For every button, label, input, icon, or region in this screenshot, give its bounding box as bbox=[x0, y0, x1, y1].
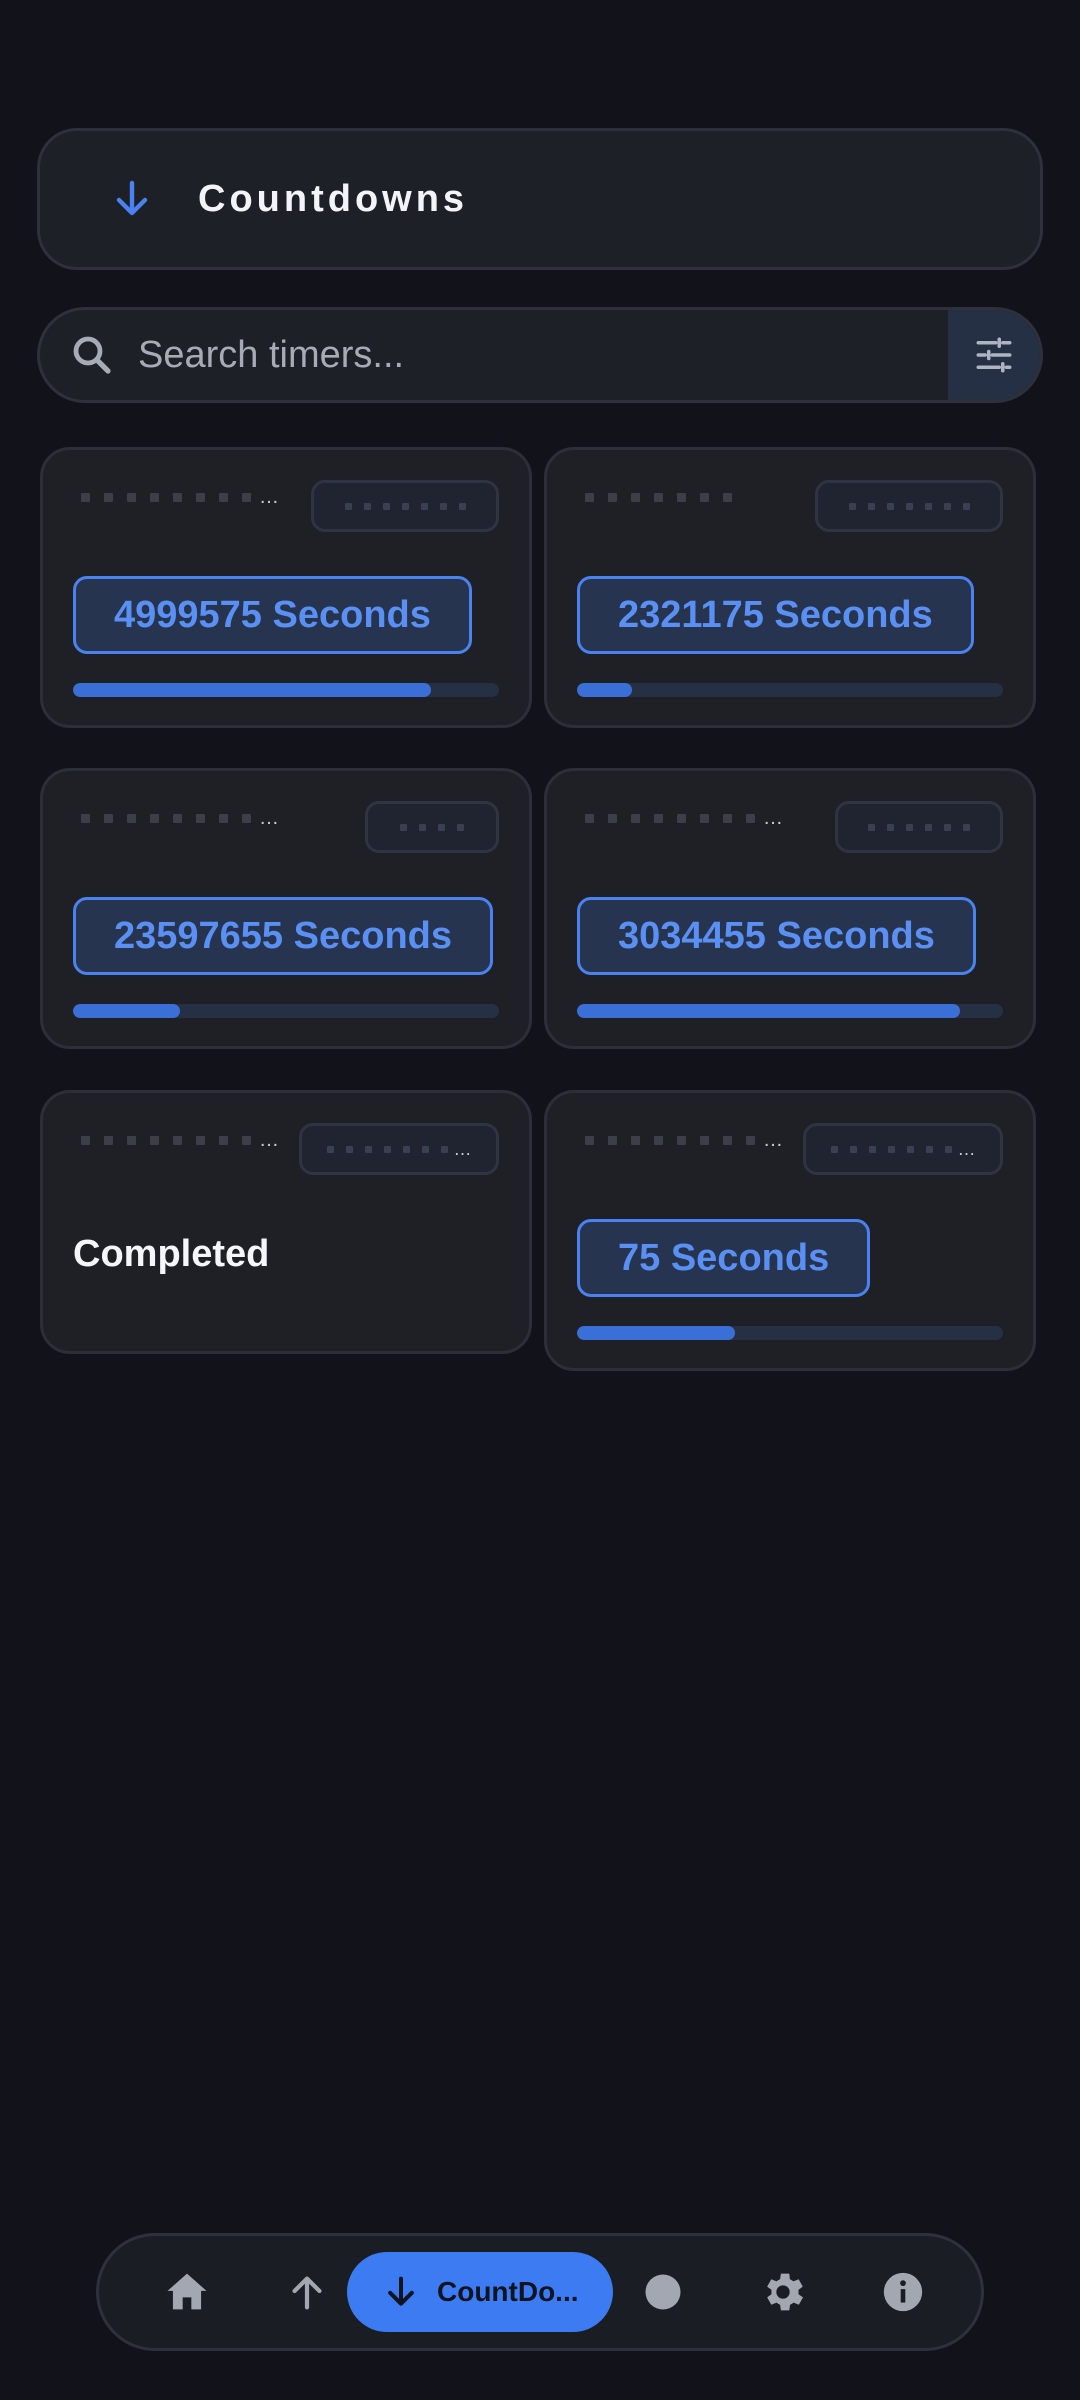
timer-tag-chip bbox=[815, 480, 1003, 532]
timer-card[interactable]: … … 75 Seconds bbox=[544, 1090, 1036, 1371]
timer-tag-chip bbox=[365, 801, 499, 853]
nav-countdowns[interactable]: CountDo... bbox=[347, 2252, 613, 2332]
timer-value-badge: 3034455 Seconds bbox=[577, 897, 976, 975]
progress-track bbox=[577, 1326, 1003, 1340]
arrow-down-icon bbox=[116, 180, 148, 216]
arrow-up-icon bbox=[292, 2276, 322, 2310]
info-icon bbox=[883, 2272, 923, 2312]
nav-home[interactable] bbox=[157, 2262, 217, 2322]
progress-track bbox=[73, 1004, 499, 1018]
timer-tag-chip bbox=[311, 480, 499, 532]
progress-fill bbox=[577, 1004, 961, 1018]
home-icon bbox=[167, 2273, 207, 2310]
progress-track bbox=[73, 683, 499, 697]
progress-track bbox=[577, 1004, 1003, 1018]
tune-icon bbox=[976, 337, 1012, 373]
arrow-down-icon bbox=[388, 2276, 414, 2306]
timer-value-badge: 4999575 Seconds bbox=[73, 576, 472, 654]
timer-tag-chip: … bbox=[299, 1123, 499, 1175]
timer-card[interactable]: … 3034455 Seconds bbox=[544, 768, 1036, 1049]
bottom-nav: CountDo... bbox=[96, 2233, 984, 2351]
filter-button[interactable] bbox=[948, 310, 1040, 400]
nav-active-label: CountDo... bbox=[437, 2276, 579, 2307]
search-bar bbox=[37, 307, 1043, 403]
completed-label: Completed bbox=[73, 1233, 270, 1275]
timer-tag-chip: … bbox=[803, 1123, 1003, 1175]
progress-track bbox=[577, 683, 1003, 697]
page-title: Countdowns bbox=[198, 177, 469, 220]
timer-value-badge: 75 Seconds bbox=[577, 1219, 871, 1297]
nav-circle[interactable] bbox=[633, 2262, 693, 2322]
timer-card[interactable]: … … Completed bbox=[40, 1090, 532, 1354]
circle-icon bbox=[645, 2274, 681, 2310]
timer-value-badge: 2321175 Seconds bbox=[577, 576, 974, 654]
timer-card[interactable]: … 23597655 Seconds bbox=[40, 768, 532, 1049]
gear-icon bbox=[767, 2273, 803, 2311]
progress-fill bbox=[73, 683, 431, 697]
timer-name-redacted: … bbox=[585, 808, 783, 828]
timer-name-redacted bbox=[585, 492, 732, 502]
timer-name-redacted: … bbox=[81, 808, 279, 828]
progress-fill bbox=[577, 683, 633, 697]
timer-name-redacted: … bbox=[81, 1130, 279, 1150]
timer-name-redacted: … bbox=[585, 1130, 783, 1150]
timer-name-redacted: … bbox=[81, 487, 279, 507]
progress-fill bbox=[73, 1004, 180, 1018]
search-input[interactable] bbox=[138, 310, 948, 400]
timer-card[interactable]: … 4999575 Seconds bbox=[40, 447, 532, 728]
nav-countup[interactable] bbox=[277, 2262, 337, 2322]
progress-fill bbox=[577, 1326, 735, 1340]
search-icon bbox=[73, 336, 111, 374]
app-screen: Countdowns … 4999575 Seconds 2321175 Sec… bbox=[0, 0, 1080, 2400]
nav-settings[interactable] bbox=[753, 2262, 813, 2322]
page-header: Countdowns bbox=[37, 128, 1043, 270]
timer-tag-chip bbox=[835, 801, 1003, 853]
nav-info[interactable] bbox=[873, 2262, 933, 2322]
timer-card[interactable]: 2321175 Seconds bbox=[544, 447, 1036, 728]
timer-value-badge: 23597655 Seconds bbox=[73, 897, 494, 975]
